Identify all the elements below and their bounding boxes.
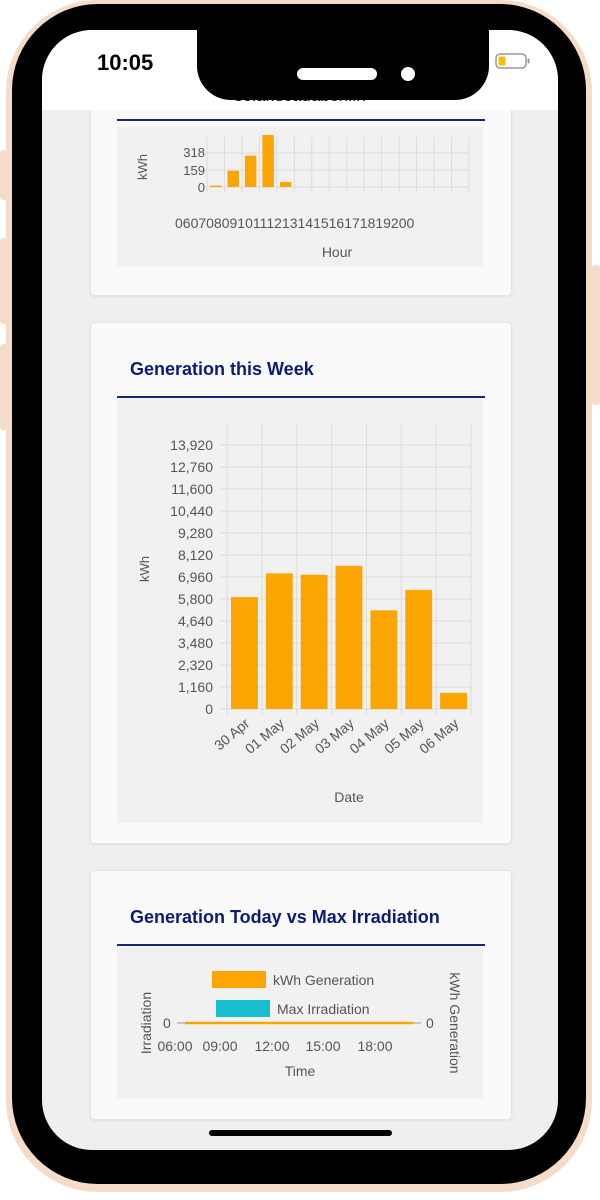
y-axis-label: kWh [135, 154, 150, 180]
y-axis-label: kWh [137, 556, 152, 582]
y-tick: 1,160 [178, 679, 213, 695]
x-tick: 18:00 [357, 1038, 392, 1054]
legend[interactable]: kWh Generation Max Irradiation [212, 971, 374, 1017]
side-button-power [592, 265, 600, 405]
weekly-chart-area: kWh 13,920 12,760 11,600 10,440 9,280 8,120 6,… [117, 399, 483, 823]
y-tick: 3,480 [178, 635, 213, 651]
y-tick: 0 [198, 180, 205, 195]
card-title: Generation this Week [130, 359, 314, 379]
bar-03-May[interactable] [335, 565, 363, 709]
x-axis-label: Hour [322, 244, 353, 260]
x-tick: 06 May [416, 715, 461, 757]
side-button-volume-down [0, 344, 8, 430]
today-vs-irradiation-card: Generation Today vs Max Irradiation kWh … [90, 870, 512, 1120]
bar-07[interactable] [227, 170, 239, 187]
card-rule [117, 396, 485, 398]
camera [401, 67, 415, 81]
weekly-generation-card: Generation this Week kWh 13,920 12,760 11,… [90, 322, 512, 844]
home-indicator[interactable] [209, 1130, 392, 1136]
x-tick: 12:00 [254, 1038, 289, 1054]
today-chart-area: kWh Generation Max Irradiation Irradiati… [117, 947, 483, 1099]
y-right-zero: 0 [426, 1015, 434, 1031]
x-tick-labels: 06:00 09:00 12:00 15:00 18:00 [157, 1038, 392, 1054]
x-tick: 09:00 [202, 1038, 237, 1054]
y-tick: 5,800 [178, 591, 213, 607]
bar-05-May[interactable] [405, 589, 433, 709]
card-rule [117, 944, 485, 946]
y-tick: 9,280 [178, 525, 213, 541]
x-tick: 15:00 [305, 1038, 340, 1054]
y-tick-labels: 318 159 0 [183, 145, 205, 195]
y-tick: 6,960 [178, 569, 213, 585]
bar-09[interactable] [262, 135, 274, 187]
bar-02-May[interactable] [300, 574, 328, 709]
y-left-axis-label: Irradiation [138, 992, 154, 1054]
y-tick: 318 [183, 145, 205, 160]
x-tick-labels: 0607080910111213141516171819200 [175, 215, 415, 231]
battery-icon [495, 53, 530, 69]
bar-04-May[interactable] [370, 610, 398, 709]
side-button-volume [0, 238, 8, 324]
y-tick: 0 [205, 701, 213, 717]
legend-swatch-irradiation [216, 1000, 270, 1017]
y-left-zero: 0 [163, 1015, 171, 1031]
speaker [297, 68, 377, 80]
card-title: Generation Today vs Max Irradiation [130, 907, 440, 927]
card-rule [117, 119, 485, 121]
y-tick: 8,120 [178, 547, 213, 563]
legend-label-irradiation: Max Irradiation [277, 1001, 370, 1017]
side-button-top [0, 150, 8, 200]
weekly-chart: kWh 13,920 12,760 11,600 10,440 9,280 8,120 6,… [137, 423, 472, 805]
today-chart: kWh Generation Max Irradiation Irradiati… [138, 971, 463, 1079]
y-tick: 12,760 [170, 459, 213, 475]
bar-01-May[interactable] [265, 573, 293, 709]
y-tick: 13,920 [170, 437, 213, 453]
y-right-axis-label: kWh Generation [447, 972, 463, 1073]
y-tick: 2,320 [178, 657, 213, 673]
x-axis-label: Time [285, 1063, 316, 1079]
legend-label-generation: kWh Generation [273, 972, 374, 988]
y-tick: 159 [183, 163, 205, 178]
bar-06-May[interactable] [440, 692, 467, 709]
bar-30-Apr[interactable] [231, 597, 258, 709]
legend-swatch-generation [212, 971, 266, 988]
hourly-chart: kWh 318 159 0 06070809101112131415161718… [135, 135, 470, 260]
phone-screen: 10:05 solar.scadabox.in kWh [42, 30, 558, 1150]
status-time: 10:05 [97, 50, 154, 75]
notch [197, 30, 489, 100]
bar-06[interactable] [210, 185, 222, 187]
y-tick: 10,440 [170, 503, 213, 519]
bar-10[interactable] [279, 182, 292, 187]
y-tick: 11,600 [171, 481, 213, 497]
x-tick: 06:00 [157, 1038, 192, 1054]
y-tick: 4,640 [178, 613, 213, 629]
hourly-chart-area: kWh 318 159 0 06070809101112131415161718… [117, 127, 483, 267]
x-axis-label: Date [334, 789, 364, 805]
bar-08[interactable] [244, 155, 257, 187]
